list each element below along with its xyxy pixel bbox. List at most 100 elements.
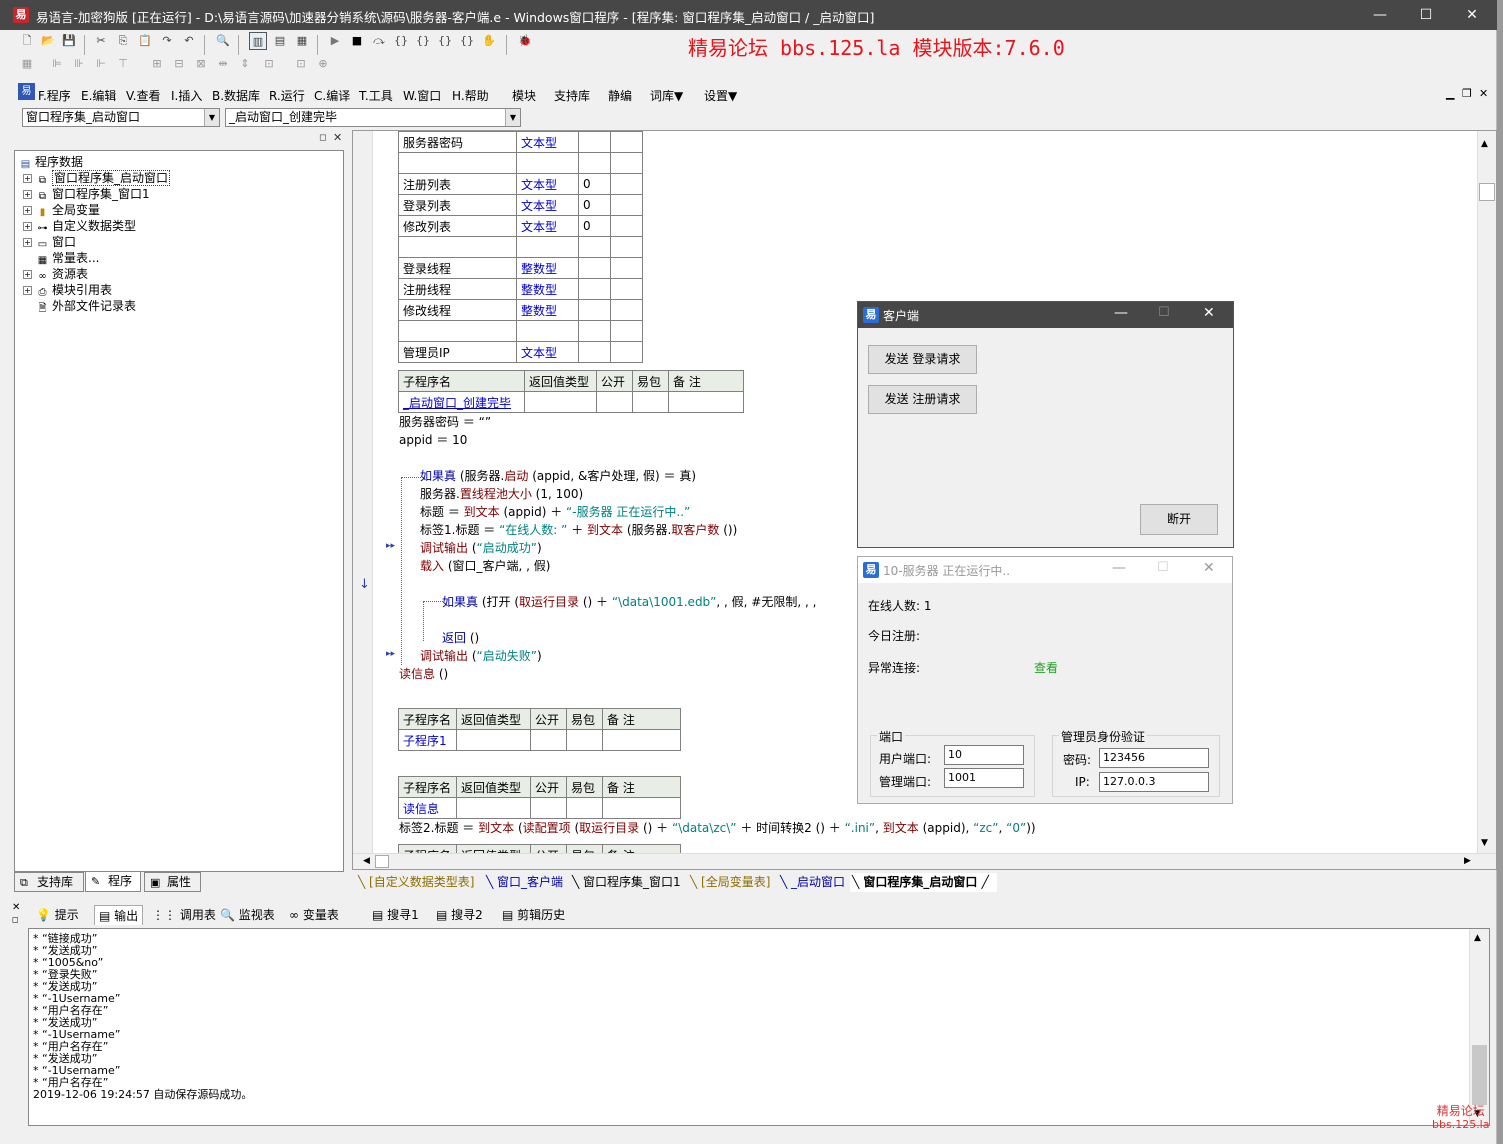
menu-database[interactable]: B.数据库 [212, 87, 260, 104]
align-right-icon[interactable]: ⊩ [92, 55, 110, 73]
maximize-button[interactable]: ☐ [1403, 0, 1449, 30]
tab-globals[interactable]: ╲ [全局变量表] [690, 873, 770, 892]
var-name-cell[interactable] [398, 236, 517, 258]
var-type-cell[interactable]: 整数型 [516, 257, 579, 279]
code-line[interactable]: 服务器密码 ＝ “” [399, 413, 491, 431]
password-input[interactable]: 123456 [1099, 748, 1209, 768]
code-line[interactable]: 返回 () [442, 629, 479, 647]
tab-hint[interactable]: 💡 提示 [36, 905, 79, 925]
stop-icon[interactable]: ■ [348, 32, 366, 50]
var-name-cell[interactable] [398, 152, 517, 174]
user-port-input[interactable]: 10 [944, 745, 1024, 765]
expand-icon[interactable]: + [23, 238, 32, 247]
scroll-thumb[interactable] [1472, 1045, 1487, 1105]
menu-program[interactable]: F.程序 [38, 87, 71, 104]
same-width-icon[interactable]: ⊞ [148, 55, 166, 73]
scroll-up-icon[interactable]: ▲ [1481, 139, 1488, 149]
menu-library[interactable]: 支持库 [554, 87, 590, 104]
tab-program[interactable]: ✎ 程序 [85, 872, 141, 892]
variable-row[interactable]: 服务器密码 文本型 [398, 131, 643, 153]
cut-icon[interactable]: ✂ [92, 32, 110, 50]
var-type-cell[interactable]: 整数型 [516, 299, 579, 321]
sub-name-cell[interactable]: 子程序1 [398, 729, 457, 751]
variable-row[interactable]: 修改列表 文本型 0 [398, 215, 643, 237]
code-line[interactable]: 标签1.标题 ＝ “在线人数: ” ＋ 到文本 (服务器.取客户数 ()) [420, 521, 737, 539]
var-type-cell[interactable] [516, 236, 579, 258]
var-array-cell[interactable] [578, 299, 611, 321]
code-line[interactable]: 标签2.标题 ＝ 到文本 (读配置项 (取运行目录 () ＋ “\data\zc… [399, 819, 1036, 837]
var-name-cell[interactable]: 登录线程 [398, 257, 517, 279]
vspace-icon[interactable]: ⇕ [236, 55, 254, 73]
tab-properties[interactable]: ▣ 属性 [144, 872, 201, 892]
code-line[interactable]: 服务器.置线程池大小 (1, 100) [420, 485, 583, 503]
var-type-cell[interactable]: 文本型 [516, 173, 579, 195]
align-center-icon[interactable]: ⊪ [70, 55, 88, 73]
send-login-button[interactable]: 发送 登录请求 [868, 345, 977, 374]
menu-compile[interactable]: C.编译 [314, 87, 350, 104]
debug-icon[interactable]: 🐞 [516, 32, 534, 50]
var-name-cell[interactable]: 注册列表 [398, 173, 517, 195]
tab-call-stack[interactable]: ⋮⋮ 调用表 [152, 905, 216, 925]
menu-settings[interactable]: 设置▼ [704, 87, 737, 104]
var-type-cell[interactable]: 文本型 [516, 341, 579, 363]
var-array-cell[interactable] [578, 236, 611, 258]
var-array-cell[interactable]: 0 [578, 215, 611, 237]
code-line[interactable]: 调试输出 (“启动成功”) [420, 539, 542, 557]
tree-root[interactable]: ▤ 程序数据 [19, 154, 83, 170]
scroll-down-icon[interactable]: ▼ [1481, 838, 1488, 848]
var-note-cell[interactable] [610, 152, 643, 174]
chevron-down-icon[interactable]: ▼ [505, 109, 520, 126]
save-icon[interactable]: 💾 [60, 32, 78, 50]
var-type-cell[interactable]: 文本型 [516, 194, 579, 216]
align-grid-icon[interactable]: ▦ [18, 55, 36, 73]
tree-item-constants[interactable]: ▦ 常量表... [36, 250, 100, 266]
variable-row[interactable] [398, 236, 643, 258]
variable-row[interactable] [398, 320, 643, 342]
var-array-cell[interactable] [578, 320, 611, 342]
editor-hscrollbar[interactable]: ◀ ▶ [353, 853, 1496, 869]
undo-icon[interactable]: ↶ [180, 32, 198, 50]
var-name-cell[interactable]: 注册线程 [398, 278, 517, 300]
var-note-cell[interactable] [610, 341, 643, 363]
hspace-icon[interactable]: ⇹ [214, 55, 232, 73]
tree-item-modules[interactable]: + ⎙ 模块引用表 [23, 282, 112, 298]
scroll-up-icon[interactable]: ▲ [1474, 933, 1481, 943]
scroll-left-icon[interactable]: ◀ [363, 856, 370, 866]
step-into-icon[interactable]: {} [392, 32, 410, 50]
var-note-cell[interactable] [610, 236, 643, 258]
code-line[interactable]: appid ＝ 10 [399, 431, 467, 449]
tab-custom-types[interactable]: ╲ [自定义数据类型表] [358, 873, 474, 892]
method-select[interactable]: _启动窗口_创建完毕 ▼ [225, 108, 521, 127]
variable-row[interactable]: 注册线程 整数型 [398, 278, 643, 300]
menu-module[interactable]: 模块 [512, 87, 536, 104]
var-note-cell[interactable] [610, 215, 643, 237]
expand-icon[interactable]: + [23, 286, 32, 295]
minimize-icon[interactable]: — [1114, 305, 1128, 321]
center-v-icon[interactable]: ⊡ [292, 55, 310, 73]
redo-icon[interactable]: ↷ [158, 32, 176, 50]
find-icon[interactable]: 🔍 [214, 32, 232, 50]
var-note-cell[interactable] [610, 257, 643, 279]
code-line[interactable]: 如果真 (打开 (取运行目录 () ＋ “\data\1001.edb”, , … [442, 593, 816, 611]
step-icon[interactable]: ⤼ [370, 32, 388, 50]
var-name-cell[interactable]: 修改列表 [398, 215, 517, 237]
new-file-icon[interactable]: 🗋 [18, 32, 36, 50]
menu-insert[interactable]: I.插入 [171, 87, 202, 104]
tree-item-startup-class[interactable]: + ⧉ 窗口程序集_启动窗口 [23, 170, 171, 186]
code-line[interactable]: 载入 (窗口_客户端, , 假) [420, 557, 550, 575]
run-icon[interactable]: ▶ [326, 32, 344, 50]
var-name-cell[interactable] [398, 320, 517, 342]
tab-search1[interactable]: ▤ 搜寻1 [372, 905, 419, 925]
doc-restore-icon[interactable]: ❐ [1462, 87, 1472, 100]
var-note-cell[interactable] [610, 173, 643, 195]
layout2-icon[interactable]: ▤ [271, 32, 289, 50]
output-panel[interactable]: * “链接成功” * “发送成功” * “1005&no” * “登录失败” * “发送… [28, 928, 1490, 1126]
editor-vscrollbar[interactable]: ▲ ▼ [1477, 131, 1496, 853]
layout1-icon[interactable]: ▥ [249, 32, 267, 50]
tab-startup-window[interactable]: ╲ _启动窗口 [780, 873, 845, 892]
variable-row[interactable]: 管理员IP 文本型 [398, 341, 643, 363]
menu-view[interactable]: V.查看 [126, 87, 160, 104]
close-icon[interactable]: ✕ [1203, 560, 1215, 576]
var-type-cell[interactable] [516, 320, 579, 342]
admin-port-input[interactable]: 1001 [944, 768, 1024, 788]
